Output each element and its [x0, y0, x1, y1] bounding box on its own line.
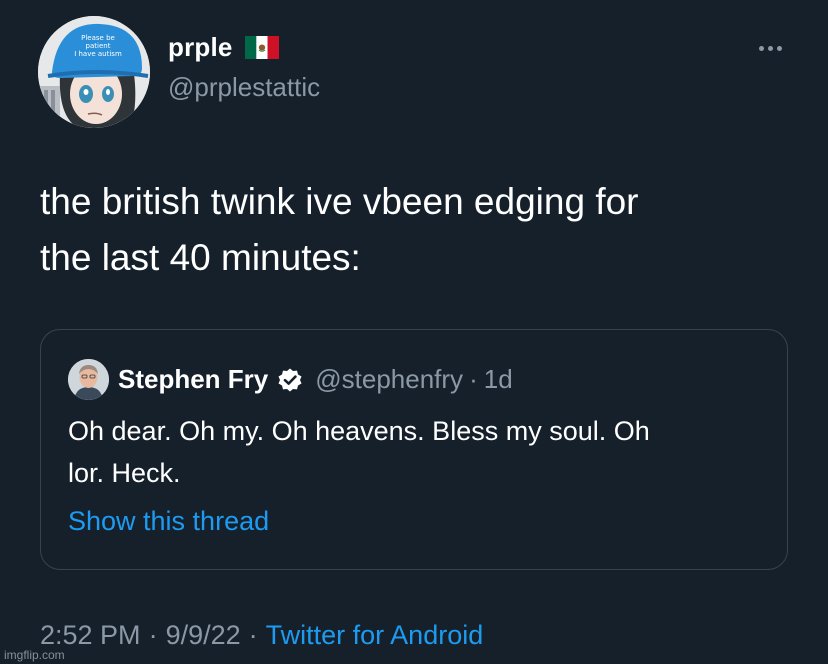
quoted-tweet[interactable]: Stephen Fry @stephenfry · 1d Oh dear. Oh…: [40, 329, 788, 570]
quoted-text-line: lor. Heck.: [68, 458, 181, 488]
quoted-tweet-header: Stephen Fry @stephenfry · 1d: [68, 359, 513, 400]
tweet-metadata: 2:52 PM · 9/9/22 · Twitter for Android: [40, 620, 483, 651]
show-thread-link[interactable]: Show this thread: [68, 506, 269, 537]
avatar-hat-line-3: I have autism: [74, 50, 122, 58]
avatar-hat-line-1: Please be: [81, 34, 115, 42]
author-handle[interactable]: @prplestattic: [168, 72, 320, 103]
more-dot-icon: [758, 45, 764, 51]
quoted-tweet-text: Oh dear. Oh my. Oh heavens. Bless my sou…: [68, 410, 768, 494]
tweet-source-link[interactable]: Twitter for Android: [266, 620, 484, 651]
tweet-text-line: the last 40 minutes:: [40, 237, 361, 278]
avatar-hat-line-2: patient: [86, 42, 111, 50]
imgflip-watermark: imgflip.com: [4, 648, 65, 662]
tweet-date[interactable]: 9/9/22: [166, 620, 241, 651]
author-display-name[interactable]: prple: [168, 32, 233, 63]
quoted-author-handle[interactable]: @stephenfry: [315, 364, 463, 395]
quoted-separator: ·: [469, 364, 478, 394]
meta-separator: ·: [148, 620, 158, 650]
avatar-illustration: Please be patient I have autism: [38, 16, 150, 128]
more-dot-icon: [776, 45, 782, 51]
author-name-row: prple: [168, 32, 279, 63]
tweet-card: Please be patient I have autism prple @p…: [0, 0, 828, 664]
quoted-text-line: Oh dear. Oh my. Oh heavens. Bless my sou…: [68, 416, 650, 446]
more-options-button[interactable]: [750, 38, 790, 58]
quoted-author-display-name[interactable]: Stephen Fry: [118, 364, 268, 395]
quoted-avatar-illustration: [68, 359, 109, 400]
quoted-author-avatar[interactable]: [68, 359, 109, 400]
tweet-time[interactable]: 2:52 PM: [40, 620, 141, 651]
more-dot-icon: [767, 45, 773, 51]
mexico-flag-icon: [244, 36, 279, 59]
meta-separator: ·: [248, 620, 258, 650]
author-avatar[interactable]: Please be patient I have autism: [38, 16, 150, 128]
verified-badge-icon: [277, 367, 303, 393]
tweet-text: the british twink ive vbeen edging for t…: [40, 174, 800, 286]
quoted-timestamp[interactable]: 1d: [484, 364, 513, 395]
tweet-text-line: the british twink ive vbeen edging for: [40, 181, 639, 222]
